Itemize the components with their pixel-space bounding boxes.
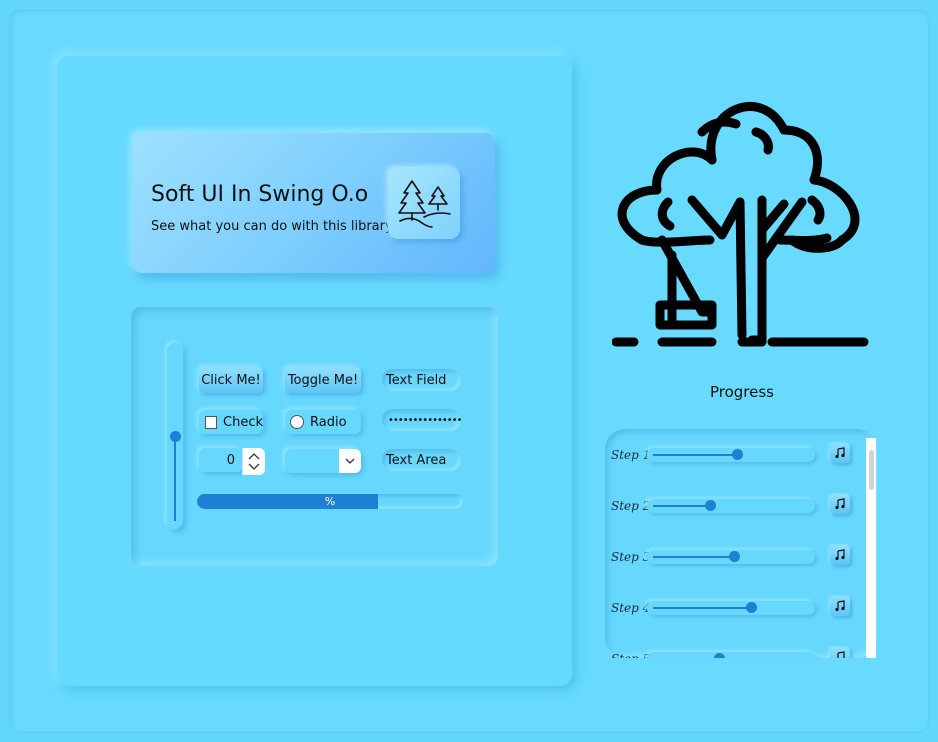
step-play-button[interactable] <box>830 647 850 658</box>
radio-circle[interactable] <box>290 415 304 429</box>
step-play-button[interactable] <box>830 494 850 514</box>
radio-button[interactable]: Radio <box>285 410 361 434</box>
step-slider-knob[interactable] <box>729 551 740 562</box>
step-slider[interactable] <box>647 601 815 615</box>
step-row: Step 1 <box>605 442 855 472</box>
step-slider-fill <box>653 454 737 456</box>
click-me-button[interactable]: Click Me! <box>199 367 263 393</box>
step-label: Step 1 <box>611 448 651 462</box>
checkbox-label: Check <box>223 414 263 430</box>
radio-label: Radio <box>310 414 347 430</box>
step-slider-knob[interactable] <box>732 449 743 460</box>
checkbox-box[interactable] <box>205 415 217 429</box>
chevron-down-icon[interactable] <box>339 449 361 473</box>
toggle-me-button[interactable]: Toggle Me! <box>285 367 361 393</box>
step-slider-knob[interactable] <box>705 500 716 511</box>
progress-bar: % <box>197 494 463 509</box>
controls-panel <box>131 307 498 566</box>
step-row: Step 2 <box>605 493 855 523</box>
step-play-button[interactable] <box>830 596 850 616</box>
step-slider-fill <box>653 505 710 507</box>
step-label: Step 5 <box>611 652 650 658</box>
step-slider-fill <box>653 556 734 558</box>
hero-title: Soft UI In Swing O.o <box>151 182 369 207</box>
text-area[interactable]: Text Area <box>382 449 461 471</box>
step-row: Step 3 <box>605 544 855 574</box>
step-slider-fill <box>653 607 751 609</box>
step-play-button[interactable] <box>830 443 850 463</box>
combo-box-arrow[interactable] <box>339 449 361 473</box>
spinner-field[interactable]: 0 <box>199 448 243 472</box>
step-row: Step 4 <box>605 595 855 625</box>
check-checkbox[interactable]: Check <box>199 410 263 434</box>
step-label: Step 2 <box>611 499 651 513</box>
tree-icon <box>612 102 869 347</box>
progress-heading: Progress <box>709 383 774 401</box>
step-slider-knob[interactable] <box>714 653 725 658</box>
step-label: Step 4 <box>611 601 651 615</box>
step-play-button[interactable] <box>830 545 850 565</box>
music-note-icon <box>835 549 845 561</box>
progress-bar-text: % <box>324 495 336 508</box>
steps-scrollbar-thumb[interactable] <box>869 450 874 490</box>
chevron-up-down-icon[interactable] <box>243 448 265 475</box>
vertical-slider-knob[interactable] <box>170 431 181 442</box>
spinner-buttons[interactable] <box>242 448 265 475</box>
hero-icon-tile <box>388 167 460 239</box>
music-note-icon <box>835 447 845 459</box>
password-field[interactable]: ••••••••••••••• <box>382 409 462 431</box>
text-field[interactable]: Text Field <box>382 369 461 391</box>
music-note-icon <box>835 498 845 510</box>
step-slider-knob[interactable] <box>745 602 757 613</box>
step-slider[interactable] <box>647 448 815 462</box>
step-slider[interactable] <box>647 652 815 658</box>
step-row: Step 5 <box>605 646 855 658</box>
vertical-slider-fill <box>174 437 176 521</box>
step-slider[interactable] <box>647 499 815 513</box>
hero-subtitle: See what you can do with this library! <box>151 219 398 234</box>
music-note-icon <box>837 651 845 658</box>
trees-icon <box>398 180 451 228</box>
step-label: Step 3 <box>611 550 651 564</box>
music-note-icon <box>835 600 845 612</box>
step-slider[interactable] <box>647 550 815 564</box>
